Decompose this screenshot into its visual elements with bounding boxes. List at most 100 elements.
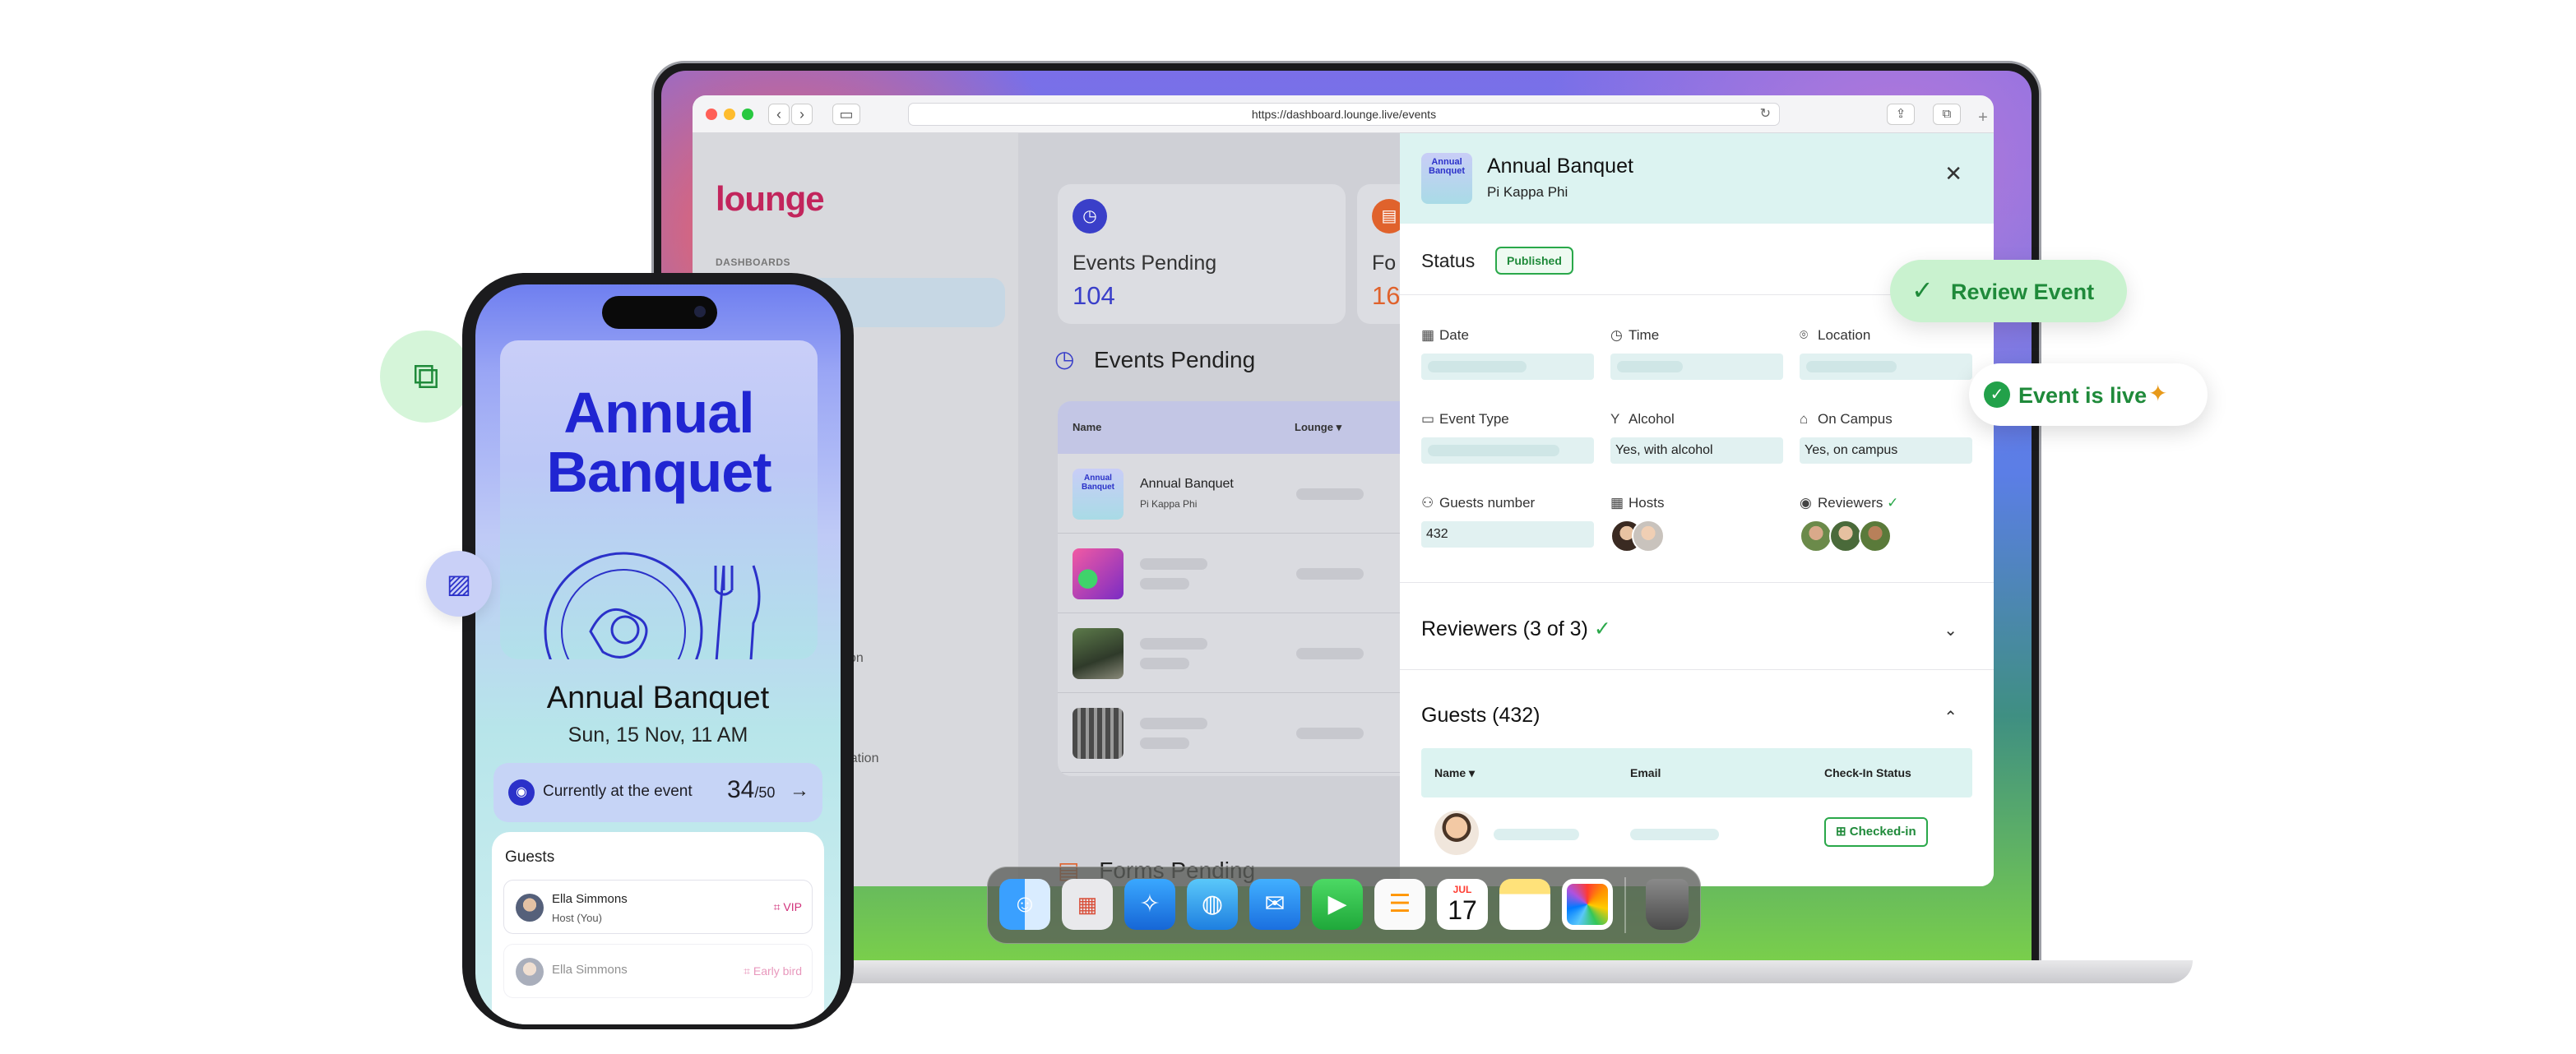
eye-icon: ◉ [1800,495,1812,511]
share-icon[interactable]: ⇪ [1887,104,1915,125]
list-item[interactable]: Ella Simmons ⌗ Early bird [503,944,813,998]
graduation-cap-icon: ⌂ [1800,411,1809,427]
placeholder-bar [1296,648,1364,659]
ticket-badge: ⌗ Early bird [744,964,802,978]
dashboards-section-label: DASHBOARDS [716,257,791,268]
photos-icon[interactable] [1562,879,1613,930]
trash-icon[interactable] [1646,879,1689,930]
event-date: Sun, 15 Nov, 11 AM [568,723,748,747]
currently-at-event-button[interactable]: ◉ Currently at the event 34/50 → [493,763,822,822]
guests-card: Guests Ella Simmons Host (You) ⌗ VIP Ell… [492,832,824,1024]
placeholder-bar [1140,718,1207,729]
ticket-icon: ⌗ [744,964,753,978]
forward-button[interactable]: › [791,104,813,125]
placeholder-bar [1494,829,1579,840]
calendar-icon: ▦ [1610,495,1624,511]
plate-illustration [544,552,761,659]
ticket-icon: ⌗ [773,900,784,913]
events-pending-heading: ◷ Events Pending [1054,346,1256,372]
broadcast-icon: ◉ [508,779,535,806]
placeholder-bar [1630,829,1719,840]
reviewer-avatar[interactable] [1800,520,1832,552]
check-icon: ✓ [1911,275,1934,305]
table-row[interactable]: ⊞ Checked-in [1421,797,1972,871]
divider [1400,582,1994,583]
list-item[interactable]: Ella Simmons Host (You) ⌗ VIP [503,880,813,934]
checked-in-badge: ⊞ Checked-in [1824,817,1928,847]
minimize-window-button[interactable] [724,109,735,120]
safari-icon[interactable]: ✧ [1124,879,1175,930]
launchpad-icon[interactable]: ▦ [1062,879,1113,930]
dock-separator [1624,877,1626,933]
phone-screen: Annual Banquet Annual Banquet Sun, 15 No… [475,284,841,1024]
reviewer-avatar[interactable] [1859,520,1892,552]
ticket-icon: ▭ [1421,411,1435,427]
messages-icon[interactable]: ◍ [1187,879,1238,930]
stat-value: 104 [1073,281,1115,310]
placeholder-bar [1296,728,1364,739]
new-tab-icon[interactable]: + [1972,107,1994,128]
mail-icon[interactable]: ✉ [1249,879,1300,930]
stat-label: Fo [1372,252,1397,275]
stat-card-events-pending[interactable]: ◷ Events Pending 104 [1058,184,1346,324]
reviewers-accordion[interactable]: Reviewers (3 of 3) ✓ [1421,617,1611,641]
placeholder-bar [1296,568,1364,580]
event-live-label: Event is live [2018,383,2147,408]
stat-label: Events Pending [1073,252,1217,275]
party-popper-icon: ✦ [2148,381,2168,406]
caret-down-icon: ▾ [1469,766,1476,779]
guest-name: Ella Simmons [552,963,628,977]
guests-accordion[interactable]: Guests (432) [1421,704,1541,728]
event-thumbnail: Annual Banquet [1073,469,1124,520]
lounge-logo[interactable]: lounge [716,179,825,219]
location-value [1800,354,1972,380]
review-event-button[interactable]: ✓ Review Event [1890,260,2127,322]
close-icon[interactable]: ✕ [1944,161,1962,187]
close-window-button[interactable] [706,109,717,120]
column-header-lounge[interactable]: Lounge ▾ [1295,421,1341,434]
notes-icon[interactable] [1499,879,1550,930]
poster-title: Annual Banquet [546,381,772,504]
back-button[interactable]: ‹ [768,104,790,125]
reminders-icon[interactable]: ☰ [1374,879,1425,930]
placeholder-bar [1140,658,1189,669]
address-bar[interactable]: https://dashboard.lounge.live/events ↻ [908,103,1780,126]
guests-number-value: 432 [1421,521,1594,548]
avatar [1434,811,1479,855]
event-title: Annual Banquet [546,681,770,715]
host-avatar[interactable] [1632,520,1665,552]
guest-table-header: Name ▾ Email Check-In Status [1421,748,1972,797]
reviewer-avatar[interactable] [1829,520,1862,552]
column-header-checkin[interactable]: Check-In Status [1824,766,1911,779]
chevron-up-icon[interactable]: ⌃ [1944,707,1957,728]
avatar [516,958,544,986]
column-header-name[interactable]: Name ▾ [1434,766,1475,780]
sidebar-toggle-icon[interactable]: ▭ [832,104,860,125]
placeholder-bar [1296,488,1364,500]
column-header-name[interactable]: Name [1073,421,1101,433]
guest-role: Host (You) [552,912,602,924]
alcohol-value: Yes, with alcohol [1610,437,1783,464]
event-type-value [1421,437,1594,464]
location-pin-icon: ⌾ [1800,327,1809,343]
reload-icon[interactable]: ↻ [1760,104,1771,125]
zoom-window-button[interactable] [742,109,753,120]
finder-icon[interactable]: ☺ [999,879,1050,930]
attendee-count: 34/50 [727,776,776,803]
check-circle-icon: ✓ [1984,381,2010,408]
calendar-icon[interactable]: JUL 17 [1437,879,1488,930]
event-detail-panel: Annual Banquet Annual Banquet Pi Kappa P… [1400,133,1994,886]
column-header-email[interactable]: Email [1630,766,1661,779]
tab-overview-icon[interactable]: ⧉ [1933,104,1961,125]
browser-toolbar: ‹ › ▭ https://dashboard.lounge.live/even… [693,95,1994,133]
event-title: Annual Banquet [1140,477,1234,491]
browser-window: ‹ › ▭ https://dashboard.lounge.live/even… [693,95,1994,886]
chevron-down-icon[interactable]: ⌄ [1944,620,1957,640]
arrow-right-icon[interactable]: → [790,779,809,802]
facetime-icon[interactable]: ▶ [1312,879,1363,930]
laptop-base [625,960,2193,983]
clock-icon: ◷ [1610,327,1623,343]
dynamic-island [602,296,717,329]
placeholder-bar [1140,737,1189,749]
event-thumbnail [1073,548,1124,599]
